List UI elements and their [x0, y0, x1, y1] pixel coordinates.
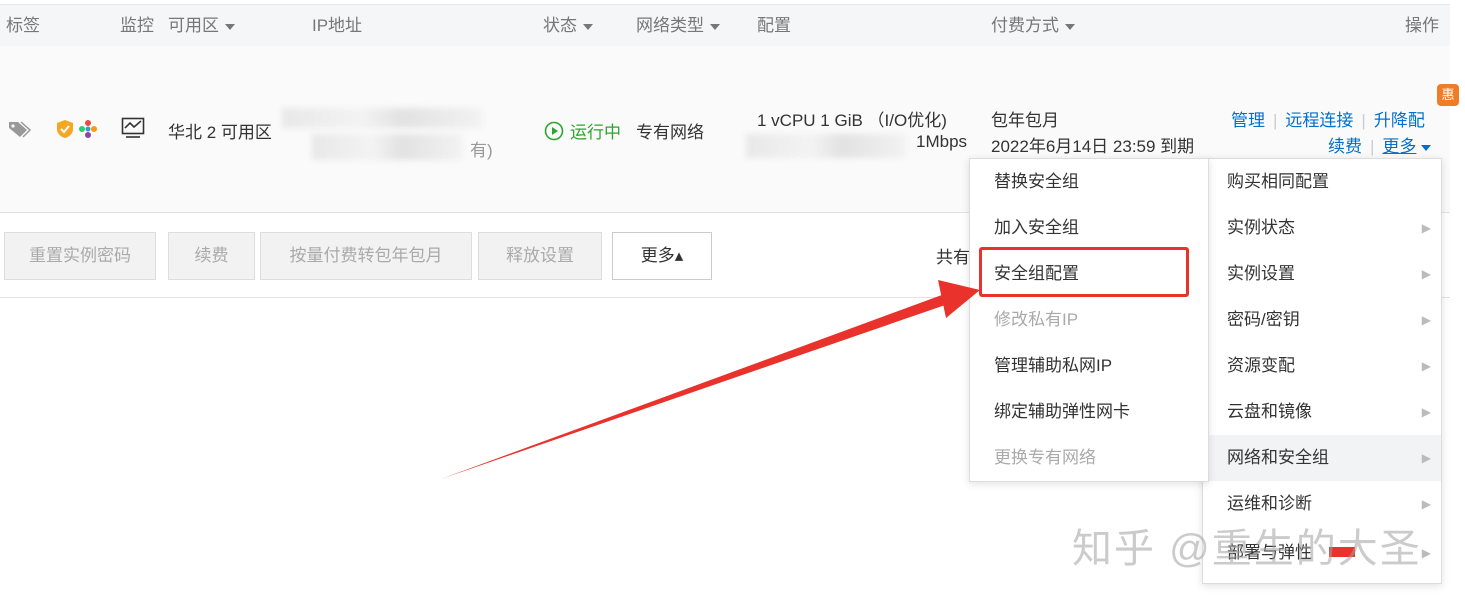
menu-item-disk-image[interactable]: 云盘和镜像 ▶: [1203, 389, 1441, 435]
renew-link[interactable]: 续费: [1328, 137, 1362, 156]
renew-button[interactable]: 续费: [168, 232, 255, 280]
caret-down-icon: [583, 23, 593, 30]
redacted-ip: [282, 108, 482, 128]
submenu-change-vpc: 更换专有网络: [994, 448, 1096, 467]
menu-item-resource-change[interactable]: 资源变配 ▶: [1203, 343, 1441, 389]
annotation-arrow-icon: [441, 280, 980, 479]
submenu-replace-security-group[interactable]: 替换安全组: [970, 159, 1208, 205]
manage-link[interactable]: 管理: [1231, 111, 1265, 130]
submenu-modify-private-ip: 修改私有IP: [994, 310, 1079, 329]
instance-zone: 华北 2 可用区: [168, 123, 272, 142]
total-count-label: 共有: [936, 248, 970, 267]
menu-item-password-key[interactable]: 密码/密钥 ▶: [1203, 297, 1441, 343]
chevron-right-icon: ▶: [1421, 313, 1431, 327]
menu-item-instance-status[interactable]: 实例状态 ▶: [1203, 205, 1441, 251]
col-actions: 操作: [1405, 16, 1439, 35]
caret-down-icon: [710, 23, 720, 30]
chevron-right-icon: ▶: [1421, 546, 1431, 560]
col-config: 配置: [757, 16, 791, 35]
billing-type: 包年包月: [991, 111, 1059, 130]
config-bandwidth: 1Mbps: [916, 132, 968, 151]
more-actions-link[interactable]: 更多: [1382, 137, 1416, 156]
config-spec: 1 vCPU 1 GiB （I/O优化): [757, 111, 947, 130]
col-ip: IP地址: [312, 16, 363, 35]
actions-line2: 续费 | 更多: [1328, 132, 1432, 157]
status-running: 运行中: [570, 123, 621, 142]
chevron-right-icon: ▶: [1421, 405, 1431, 419]
security-shield-icon[interactable]: [56, 119, 74, 139]
remote-connect-link[interactable]: 远程连接: [1285, 111, 1353, 130]
submenu-join-security-group[interactable]: 加入安全组: [970, 205, 1208, 251]
network-security-submenu: 替换安全组 加入安全组 安全组配置 修改私有IP 管理辅助私网IP 绑定辅助弹性…: [969, 158, 1209, 482]
col-zone-filter[interactable]: 可用区: [168, 5, 235, 46]
col-network-filter[interactable]: 网络类型: [636, 5, 720, 46]
chevron-right-icon: ▶: [1421, 359, 1431, 373]
col-tag: 标签: [6, 16, 40, 35]
watermark: 知乎 @重生的大圣: [1072, 527, 1422, 571]
table-header: 标签 监控 可用区 IP地址 状态 网络类型 配置 付费方式 操作: [0, 4, 1450, 47]
chevron-right-icon: ▶: [1421, 267, 1431, 281]
menu-item-buy-same[interactable]: 购买相同配置: [1203, 159, 1441, 205]
caret-down-icon: [1065, 23, 1075, 30]
chevron-right-icon: ▶: [1421, 497, 1431, 511]
release-settings-button[interactable]: 释放设置: [478, 232, 602, 280]
annotation-highlight-box: [979, 247, 1189, 297]
col-monitor: 监控: [120, 16, 154, 35]
convert-billing-button[interactable]: 按量付费转包年包月: [260, 232, 472, 280]
billing-expiry: 2022年6月14日 23:59 到期: [991, 137, 1195, 156]
redacted-ip-private: [312, 134, 462, 160]
chevron-right-icon: ▶: [1421, 451, 1431, 465]
more-button[interactable]: 更多▴: [612, 232, 712, 280]
upgrade-link[interactable]: 升降配: [1374, 111, 1425, 130]
submenu-manage-secondary-ip[interactable]: 管理辅助私网IP: [970, 343, 1208, 389]
promo-badge: 惠: [1437, 84, 1459, 106]
menu-item-network-security[interactable]: 网络和安全组 ▶: [1203, 435, 1441, 481]
service-status-icon[interactable]: [78, 119, 98, 139]
redacted-bandwidth: [746, 134, 906, 158]
caret-down-icon: [1421, 144, 1432, 151]
reset-password-button[interactable]: 重置实例密码: [4, 232, 156, 280]
col-status-filter[interactable]: 状态: [543, 5, 593, 46]
submenu-bind-eni[interactable]: 绑定辅助弹性网卡: [970, 389, 1208, 435]
monitor-chart-icon[interactable]: [121, 117, 145, 139]
actions-line1: 管理 | 远程连接 | 升降配: [1231, 111, 1425, 130]
network-type: 专有网络: [636, 123, 704, 142]
tag-icon[interactable]: [7, 119, 31, 139]
ip-suffix: 有): [470, 141, 493, 160]
caret-down-icon: [225, 23, 235, 30]
chevron-right-icon: ▶: [1421, 221, 1431, 235]
running-play-icon: [544, 121, 564, 141]
menu-item-instance-settings[interactable]: 实例设置 ▶: [1203, 251, 1441, 297]
col-billing-filter[interactable]: 付费方式: [991, 5, 1075, 46]
